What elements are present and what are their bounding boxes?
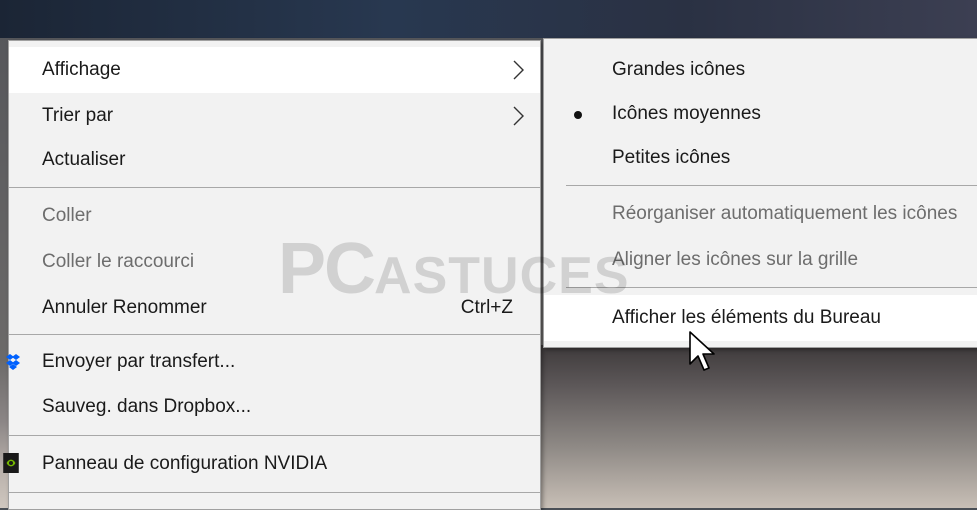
nvidia-icon bbox=[3, 453, 19, 473]
menu-item-sauveg-dropbox[interactable]: Sauveg. dans Dropbox... bbox=[9, 384, 540, 430]
submenu-item-afficher-elements-bureau[interactable]: Afficher les éléments du Bureau bbox=[544, 295, 977, 341]
submenu-item-grandes-icones[interactable]: Grandes icônes bbox=[544, 47, 977, 93]
menu-separator bbox=[9, 492, 540, 493]
menu-item-coller[interactable]: Coller bbox=[9, 193, 540, 239]
desktop-wallpaper bbox=[540, 345, 977, 508]
menu-item-nvidia[interactable]: Panneau de configuration NVIDIA bbox=[3, 441, 540, 487]
submenu-item-icones-moyennes[interactable]: Icônes moyennes bbox=[544, 91, 977, 137]
menu-item-trier-par[interactable]: Trier par bbox=[9, 93, 540, 139]
menu-item-shortcut: Ctrl+Z bbox=[460, 297, 513, 318]
chevron-right-icon bbox=[513, 60, 524, 80]
submenu-separator bbox=[566, 185, 977, 186]
menu-item-label: Actualiser bbox=[42, 149, 126, 170]
menu-item-label: Coller bbox=[42, 205, 92, 226]
submenu-separator bbox=[566, 287, 977, 288]
submenu-item-petites-icones[interactable]: Petites icônes bbox=[544, 135, 977, 181]
submenu-item-label: Grandes icônes bbox=[612, 59, 746, 80]
menu-item-annuler-renommer[interactable]: Annuler Renommer Ctrl+Z bbox=[9, 285, 540, 331]
menu-item-label: Panneau de configuration NVIDIA bbox=[42, 453, 328, 474]
menu-item-envoyer-transfert[interactable]: Envoyer par transfert... bbox=[6, 339, 540, 385]
desktop-top-band bbox=[0, 0, 977, 38]
menu-separator bbox=[9, 435, 540, 436]
menu-item-label: Affichage bbox=[42, 59, 121, 80]
menu-separator bbox=[9, 334, 540, 335]
chevron-right-icon bbox=[513, 106, 524, 126]
dropbox-icon bbox=[6, 354, 20, 370]
menu-item-label: Envoyer par transfert... bbox=[42, 351, 236, 372]
desktop-context-menu: Affichage Trier par Actualiser Coller Co… bbox=[3, 40, 541, 510]
submenu-item-aligner-grille[interactable]: Aligner les icônes sur la grille bbox=[544, 237, 977, 283]
submenu-item-label: Afficher les éléments du Bureau bbox=[612, 307, 881, 328]
selected-bullet-icon bbox=[574, 111, 582, 119]
mouse-pointer-icon bbox=[689, 331, 715, 371]
submenu-item-reorganiser[interactable]: Réorganiser automatiquement les icônes bbox=[544, 191, 977, 237]
menu-item-label: Annuler Renommer bbox=[42, 297, 207, 318]
menu-item-label: Coller le raccourci bbox=[42, 251, 195, 272]
submenu-item-label: Réorganiser automatiquement les icônes bbox=[612, 203, 958, 224]
menu-item-actualiser[interactable]: Actualiser bbox=[9, 137, 540, 183]
menu-item-affichage[interactable]: Affichage bbox=[9, 47, 540, 93]
menu-item-label: Trier par bbox=[42, 105, 114, 126]
affichage-submenu: Grandes icônes Icônes moyennes Petites i… bbox=[543, 38, 977, 348]
menu-item-label: Sauveg. dans Dropbox... bbox=[42, 396, 252, 417]
submenu-item-label: Icônes moyennes bbox=[612, 103, 761, 124]
submenu-item-label: Petites icônes bbox=[612, 147, 731, 168]
menu-item-coller-raccourci[interactable]: Coller le raccourci bbox=[9, 239, 540, 285]
submenu-item-label: Aligner les icônes sur la grille bbox=[612, 249, 859, 270]
menu-separator bbox=[9, 187, 540, 188]
